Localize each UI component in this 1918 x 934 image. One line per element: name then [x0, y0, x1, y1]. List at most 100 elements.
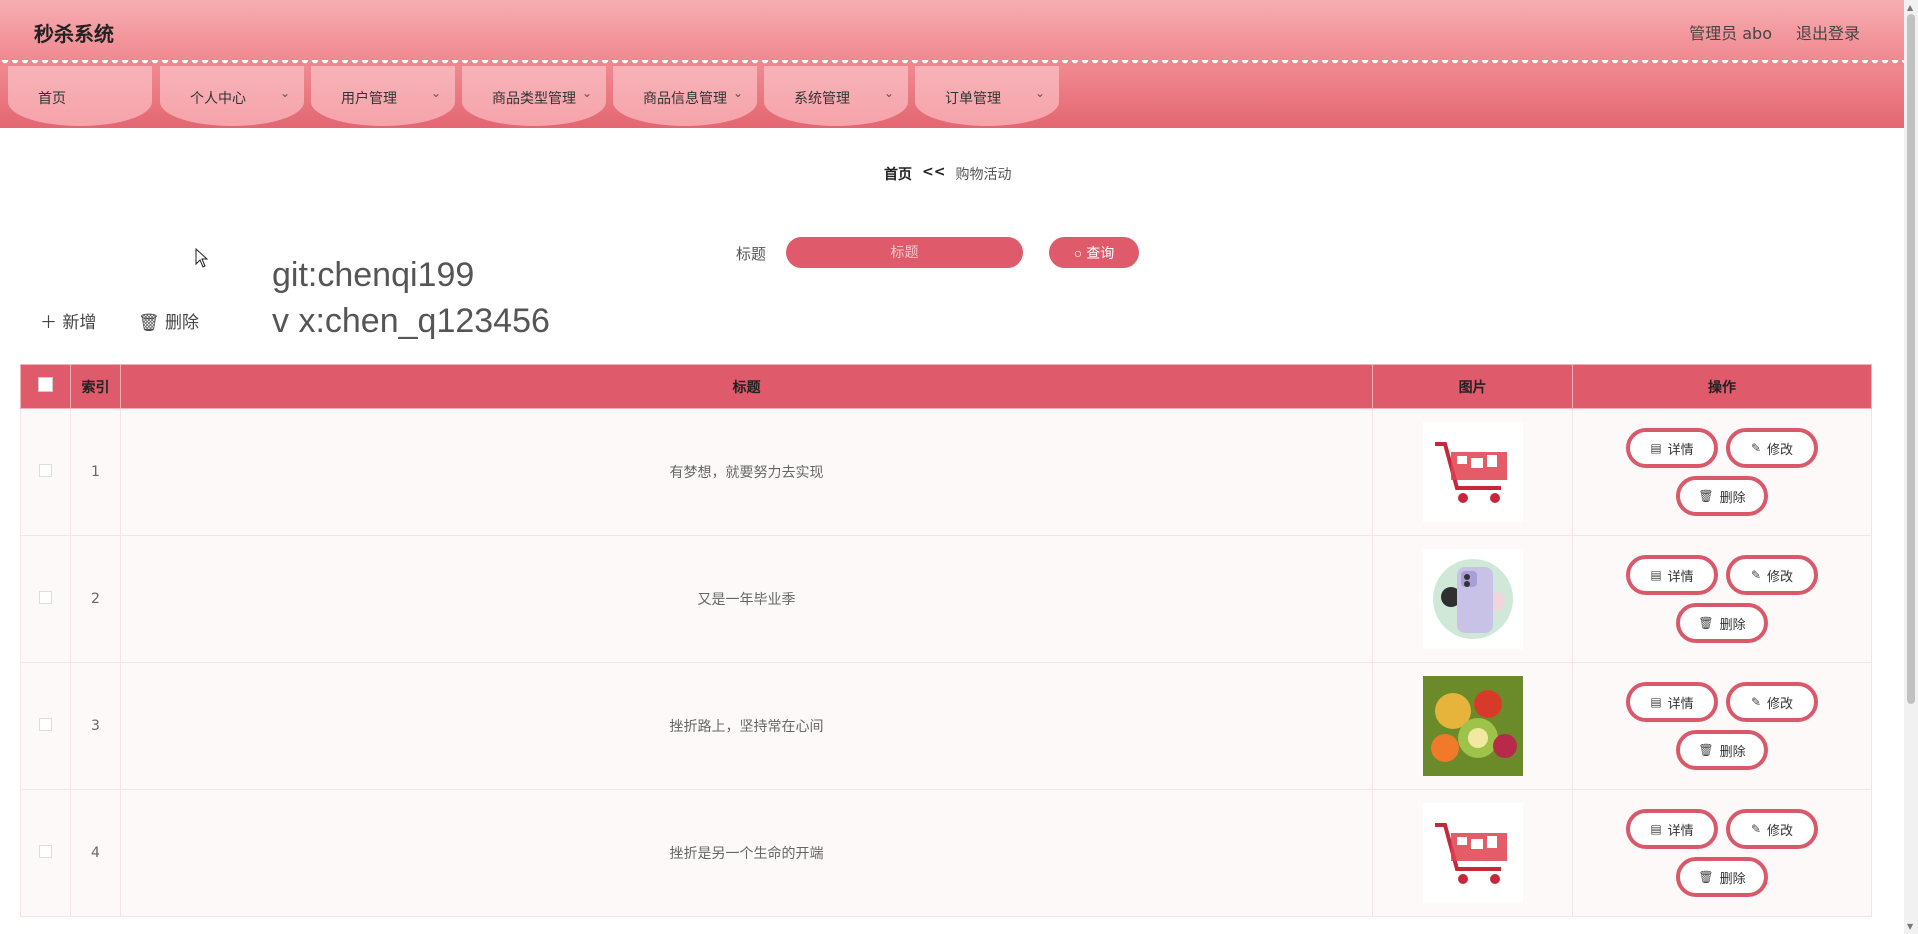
search-button-label: 查询 [1086, 244, 1115, 261]
scrollbar-thumb[interactable] [1907, 14, 1915, 704]
edit-button-label: 修改 [1767, 696, 1794, 712]
bulk-delete-button[interactable]: 🗑 删除 [138, 308, 199, 333]
table-row: 2 又是一年毕业季 ▤ 详情 ✎ 修改 🗑 删除 [20, 535, 1872, 663]
nav-item-label: 个人中心 [190, 91, 246, 107]
delete-button[interactable]: 🗑 删除 [1676, 857, 1769, 897]
image-header: 图片 [1372, 364, 1574, 409]
detail-button[interactable]: ▤ 详情 [1626, 809, 1719, 849]
plus-icon: ＋ [40, 313, 57, 333]
breadcrumb-home[interactable]: 首页 [884, 164, 912, 184]
trash-icon: 🗑 [1698, 743, 1714, 757]
table-header-row: 索引 标题 图片 操作 [20, 364, 1872, 409]
nav-item-product-info-management[interactable]: 商品信息管理 ⌄ [613, 66, 757, 126]
pencil-icon: ✎ [1750, 568, 1762, 582]
select-all-checkbox[interactable] [37, 377, 53, 392]
detail-button[interactable]: ▤ 详情 [1626, 682, 1719, 722]
row-index: 4 [69, 789, 121, 917]
edit-button[interactable]: ✎ 修改 [1726, 682, 1819, 722]
row-checkbox[interactable] [38, 844, 52, 858]
watermark-line-2: v x:chen_q123456 [272, 302, 550, 340]
nav-item-system-management[interactable]: 系统管理 ⌄ [764, 66, 908, 126]
row-checkbox[interactable] [38, 590, 52, 604]
edit-button[interactable]: ✎ 修改 [1726, 555, 1819, 595]
fruit-image[interactable] [1422, 676, 1523, 776]
detail-button[interactable]: ▤ 详情 [1626, 428, 1719, 468]
row-operations: ▤ 详情 ✎ 修改 🗑 删除 [1572, 789, 1872, 917]
table-row: 1 有梦想，就要努力去实现 ▤ 详情 ✎ 修改 🗑 删除 [20, 408, 1872, 536]
row-select-cell [20, 408, 71, 536]
pencil-icon: ✎ [1750, 822, 1762, 836]
detail-button[interactable]: ▤ 详情 [1626, 555, 1719, 595]
nav-item-label: 订单管理 [945, 91, 1001, 107]
row-operations: ▤ 详情 ✎ 修改 🗑 删除 [1572, 535, 1872, 663]
pencil-icon: ✎ [1750, 441, 1762, 455]
detail-button-label: 详情 [1667, 696, 1694, 712]
nav-item-product-type-management[interactable]: 商品类型管理 ⌄ [462, 66, 606, 126]
trash-icon: 🗑 [1698, 616, 1714, 630]
nav-item-label: 商品信息管理 [643, 91, 727, 107]
edit-button[interactable]: ✎ 修改 [1726, 809, 1819, 849]
row-image-cell [1372, 789, 1574, 917]
document-icon: ▤ [1650, 441, 1662, 455]
breadcrumb: 首页 << 购物活动 [884, 164, 1011, 184]
row-title: 有梦想，就要努力去实现 [119, 408, 1374, 536]
logout-link[interactable]: 退出登录 [1796, 20, 1860, 44]
edit-button[interactable]: ✎ 修改 [1726, 428, 1819, 468]
row-checkbox[interactable] [38, 463, 52, 477]
nav-item-home[interactable]: 首页 [8, 66, 152, 126]
row-operations: ▤ 详情 ✎ 修改 🗑 删除 [1572, 662, 1872, 790]
brand-title: 秒杀系统 [34, 22, 114, 46]
row-index: 3 [69, 662, 121, 790]
row-checkbox[interactable] [38, 717, 52, 731]
scroll-down-arrow-icon[interactable]: ▼ [1907, 922, 1913, 931]
row-image-cell [1372, 662, 1574, 790]
trash-icon: 🗑 [138, 313, 160, 333]
row-select-cell [20, 662, 71, 790]
document-icon: ▤ [1650, 568, 1662, 582]
delete-button[interactable]: 🗑 删除 [1676, 603, 1769, 643]
add-button-label: 新增 [62, 313, 97, 333]
shopping-cart-image[interactable] [1422, 803, 1523, 903]
nav-item-order-management[interactable]: 订单管理 ⌄ [915, 66, 1059, 126]
delete-button-label: 删除 [1719, 744, 1746, 760]
add-button[interactable]: ＋ 新增 [40, 308, 96, 333]
breadcrumb-current: 购物活动 [955, 167, 1012, 183]
nav-item-label: 系统管理 [794, 91, 850, 107]
search-icon: ○ [1073, 244, 1083, 261]
delete-button-label: 删除 [1719, 871, 1746, 887]
row-image-cell [1372, 408, 1574, 536]
row-index: 2 [69, 535, 121, 663]
mouse-cursor-icon [195, 248, 209, 268]
chevron-down-icon: ⌄ [1034, 86, 1045, 100]
delete-button-label: 删除 [165, 313, 199, 333]
nav-item-label: 商品类型管理 [492, 91, 576, 107]
row-index: 1 [69, 408, 121, 536]
detail-button-label: 详情 [1667, 442, 1694, 458]
delete-button[interactable]: 🗑 删除 [1676, 730, 1769, 770]
vertical-scrollbar[interactable]: ▲ ▼ [1904, 0, 1918, 934]
index-header: 索引 [69, 364, 121, 409]
search-label: 标题 [736, 245, 767, 263]
edit-button-label: 修改 [1767, 823, 1794, 839]
main-nav: 首页 个人中心 ⌄ 用户管理 ⌄ 商品类型管理 ⌄ 商品信息管理 ⌄ 系统管理 … [0, 66, 1904, 128]
phone-image[interactable] [1422, 549, 1523, 649]
nav-item-user-management[interactable]: 用户管理 ⌄ [311, 66, 455, 126]
scroll-up-arrow-icon[interactable]: ▲ [1907, 3, 1913, 12]
nav-item-label: 首页 [38, 91, 66, 107]
table-row: 4 挫折是另一个生命的开端 ▤ 详情 ✎ 修改 🗑 删除 [20, 789, 1872, 917]
title-search-input[interactable] [786, 237, 1023, 268]
shopping-cart-image[interactable] [1422, 422, 1523, 522]
row-title: 又是一年毕业季 [119, 535, 1374, 663]
title-header: 标题 [119, 364, 1374, 409]
edit-button-label: 修改 [1767, 569, 1794, 585]
search-button[interactable]: ○ 查询 [1049, 237, 1139, 268]
row-select-cell [20, 789, 71, 917]
delete-button-label: 删除 [1719, 617, 1746, 633]
nav-item-label: 用户管理 [341, 91, 397, 107]
chevron-down-icon: ⌄ [581, 86, 592, 100]
detail-button-label: 详情 [1667, 823, 1694, 839]
nav-item-personal-center[interactable]: 个人中心 ⌄ [160, 66, 304, 126]
row-title: 挫折是另一个生命的开端 [119, 789, 1374, 917]
delete-button[interactable]: 🗑 删除 [1676, 476, 1769, 516]
admin-label: 管理员 abo [1689, 24, 1772, 43]
